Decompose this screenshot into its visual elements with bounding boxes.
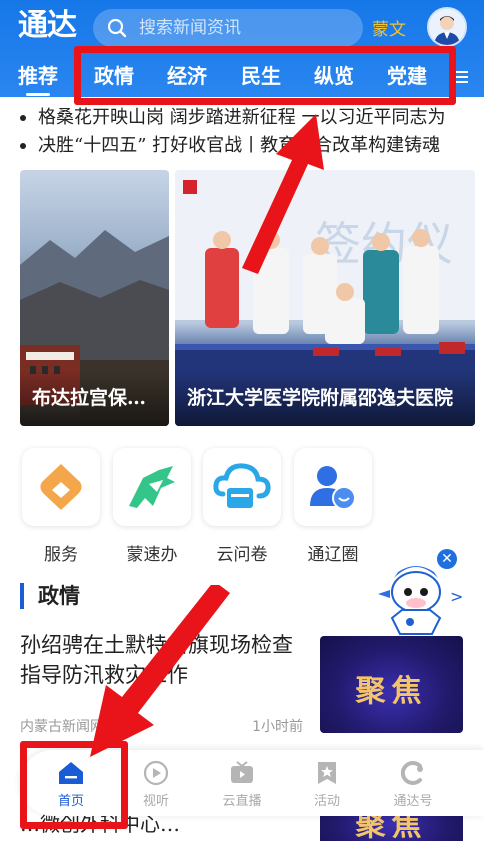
app-logo[interactable]: 通达 — [18, 6, 82, 46]
service-icon — [22, 448, 100, 526]
c-icon — [400, 760, 426, 786]
people-chat-icon — [294, 448, 372, 526]
section-title[interactable]: 政情 — [20, 583, 80, 609]
thumb-text: 聚焦 — [355, 674, 428, 709]
user-avatar[interactable] — [427, 7, 467, 47]
nav-tongda-label: 通达号 — [393, 794, 433, 809]
mengsuban-button[interactable]: 蒙速办 — [112, 448, 192, 565]
service-button[interactable]: 服务 — [21, 448, 101, 565]
tabs-menu-icon[interactable] — [456, 71, 468, 83]
service-label: 服务 — [44, 545, 78, 565]
horse-icon — [113, 448, 191, 526]
bullet-icon — [20, 143, 26, 149]
carousel-slide[interactable]: 布达拉宫保… — [20, 170, 169, 426]
carousel-indicator — [210, 416, 270, 420]
news-thumbnail[interactable]: 聚焦 — [320, 636, 463, 733]
search-icon — [107, 18, 127, 38]
mengsuban-label: 蒙速办 — [126, 545, 178, 565]
avatar-icon — [429, 9, 465, 45]
tongliao-circle-label: 通辽圈 — [307, 545, 359, 565]
nav-live[interactable]: 云直播 — [207, 760, 277, 809]
nav-video-label: 视听 — [142, 794, 169, 809]
survey-button[interactable]: 云问卷 — [202, 448, 282, 565]
tab-recommend[interactable]: 推荐 — [18, 58, 58, 96]
news-time: 1小时前 — [252, 719, 303, 735]
annotation-arrow-down — [90, 585, 230, 757]
nav-video[interactable]: 视听 — [121, 760, 191, 809]
nav-activity-label: 活动 — [313, 794, 340, 809]
search-placeholder: 搜索新闻资讯 — [139, 18, 241, 38]
survey-label: 云问卷 — [216, 545, 268, 565]
nav-activity[interactable]: 活动 — [292, 760, 362, 809]
nav-tongda[interactable]: 通达号 — [378, 760, 448, 809]
annotation-arrow-up — [242, 114, 324, 274]
nav-live-label: 云直播 — [222, 794, 262, 809]
cloud-book-icon — [203, 448, 281, 526]
mascot-close-icon[interactable]: ✕ — [437, 549, 457, 569]
tongliao-circle-button[interactable]: 通辽圈 — [293, 448, 373, 565]
bullet-icon — [20, 115, 26, 121]
slide-caption: 布达拉宫保… — [20, 370, 169, 426]
language-toggle[interactable]: 蒙文 — [372, 15, 406, 40]
star-icon — [314, 760, 340, 786]
svg-text:>: > — [450, 587, 463, 606]
annotation-highlight-tabs — [74, 46, 456, 105]
search-bar[interactable]: 搜索新闻资讯 — [93, 9, 363, 47]
